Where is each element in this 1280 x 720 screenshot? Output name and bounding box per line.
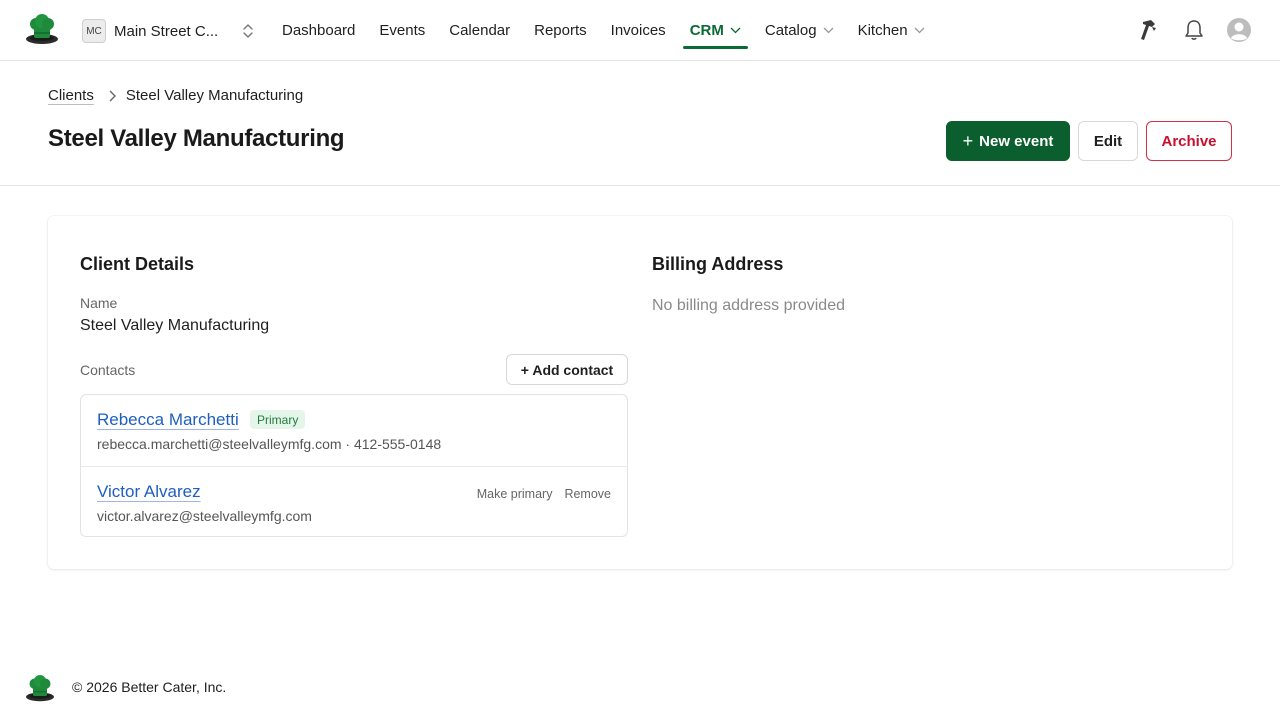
nav-kitchen[interactable]: Kitchen [846, 0, 937, 61]
nav-reports[interactable]: Reports [522, 0, 599, 61]
nav-label: Events [379, 22, 426, 39]
nav-label: Catalog [764, 22, 817, 39]
contact-name-link[interactable]: Rebecca Marchetti [97, 410, 239, 430]
nav-label: Invoices [610, 22, 666, 39]
edit-button[interactable]: Edit [1078, 121, 1138, 161]
nav-calendar[interactable]: Calendar [437, 0, 522, 61]
bell-icon[interactable] [1181, 17, 1207, 43]
chevron-down-icon [823, 27, 834, 34]
plus-icon: + [962, 131, 974, 151]
make-primary-button[interactable]: Make primary [477, 487, 553, 501]
contact-meta: rebecca.marchetti@steelvalleymfg.com · 4… [97, 436, 442, 452]
contact-name-link[interactable]: Victor Alvarez [97, 482, 201, 502]
primary-badge: Primary [250, 410, 306, 429]
breadcrumb: Clients Steel Valley Manufacturing [48, 87, 303, 104]
client-details-title: Client Details [80, 254, 195, 274]
header-actions: + New event Edit Archive [946, 121, 1232, 161]
nav-invoices[interactable]: Invoices [599, 0, 678, 61]
nav-dashboard[interactable]: Dashboard [270, 0, 367, 61]
archive-button[interactable]: Archive [1146, 121, 1232, 161]
top-right-tools [1136, 16, 1252, 44]
name-label: Name [80, 295, 118, 311]
org-name: Main Street C... [114, 22, 219, 40]
chevron-down-icon [914, 27, 925, 34]
chevron-down-icon [730, 27, 741, 34]
footer-copyright: © 2026 Better Cater, Inc. [72, 679, 227, 695]
contact-actions: Make primary Remove [477, 487, 611, 501]
nav-catalog[interactable]: Catalog [753, 0, 846, 61]
org-initials-badge: MC [82, 19, 106, 43]
avatar-icon[interactable] [1226, 17, 1252, 43]
new-event-label: New event [979, 132, 1054, 150]
page-header: Clients Steel Valley Manufacturing Steel… [0, 61, 1280, 186]
chef-hat-logo-icon[interactable] [24, 14, 60, 46]
nav-label: Calendar [449, 22, 511, 39]
breadcrumb-current: Steel Valley Manufacturing [125, 87, 304, 104]
contact-list: Rebecca Marchetti Primary rebecca.marche… [80, 394, 628, 537]
remove-contact-button[interactable]: Remove [564, 487, 611, 501]
contacts-label: Contacts [80, 362, 136, 378]
top-navigation-bar: MC Main Street C... Dashboard Events Cal… [0, 0, 1280, 61]
chef-hat-logo-icon [24, 675, 56, 703]
client-card: Client Details Name Steel Valley Manufac… [48, 216, 1232, 569]
nav-label: Kitchen [857, 22, 908, 39]
page-title: Steel Valley Manufacturing [48, 125, 345, 152]
main-nav: Dashboard Events Calendar Reports Invoic… [270, 0, 937, 61]
billing-address-title: Billing Address [652, 254, 784, 274]
chevron-up-down-icon[interactable] [241, 22, 255, 40]
new-event-button[interactable]: + New event [946, 121, 1070, 161]
add-contact-button[interactable]: + Add contact [506, 354, 628, 385]
nav-crm[interactable]: CRM [678, 0, 753, 61]
organization-switcher[interactable]: MC Main Street C... [82, 19, 226, 43]
nav-events[interactable]: Events [367, 0, 437, 61]
chevron-right-icon [109, 90, 116, 101]
name-value: Steel Valley Manufacturing [80, 317, 270, 334]
nav-label: Reports [534, 22, 587, 39]
nav-label: CRM [689, 22, 724, 39]
contact-meta: victor.alvarez@steelvalleymfg.com [97, 508, 312, 524]
billing-empty-text: No billing address provided [652, 297, 845, 314]
contact-row: Victor Alvarez Make primary Remove victo… [81, 466, 627, 537]
hammer-icon[interactable] [1136, 17, 1162, 43]
contact-row: Rebecca Marchetti Primary rebecca.marche… [81, 395, 627, 466]
nav-label: Dashboard [282, 22, 356, 39]
breadcrumb-clients-link[interactable]: Clients [48, 87, 94, 104]
